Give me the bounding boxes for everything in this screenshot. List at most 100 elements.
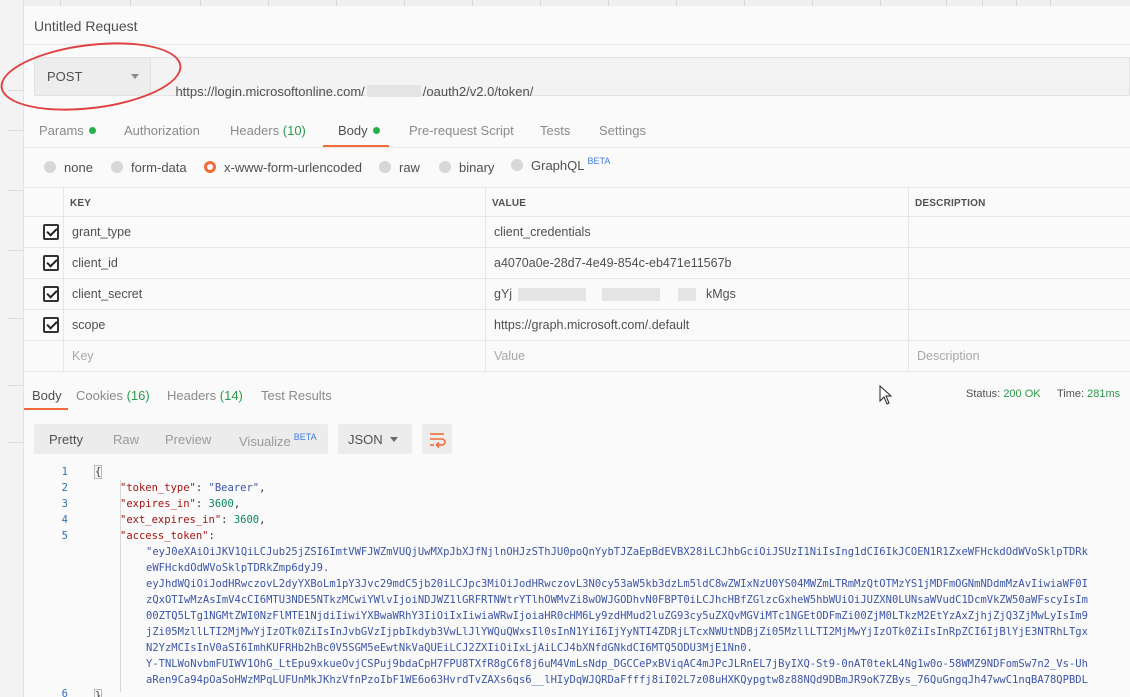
url-suffix: /oauth2/v2.0/token/	[422, 84, 534, 99]
divider	[24, 147, 1130, 148]
tab-headers[interactable]: Headers (10)	[230, 123, 306, 138]
json-token-line: Y-TNLWoNvbmFUIWV1OhG_LtEpu9xkueOvjCSPuj9…	[146, 658, 1088, 670]
table-row: grant_type client_credentials	[24, 217, 1130, 248]
radio-none[interactable]: none	[44, 160, 93, 175]
tab-params[interactable]: Params	[39, 123, 96, 138]
checkbox[interactable]	[43, 317, 59, 333]
json-token-line: jZi05MzllLTI2MjMwYjIzOTk0ZiIsInJvbGVzIjp…	[146, 626, 1088, 638]
json-token-line: zQxOTIwMzAsImV4cCI6MTU3NDE5NTkzMCwiYWlvI…	[146, 594, 1088, 606]
description-cell[interactable]	[909, 310, 1130, 340]
checkbox[interactable]	[43, 286, 59, 302]
tab-count: (16)	[126, 388, 150, 403]
checkbox[interactable]	[43, 224, 59, 240]
tab-divider	[200, 0, 201, 6]
tab-tests[interactable]: Tests	[540, 123, 570, 138]
tab-pre-request-script[interactable]: Pre-request Script	[409, 123, 514, 138]
radio-raw[interactable]: raw	[379, 160, 420, 175]
line-number: 3	[61, 498, 68, 510]
column-header-value: VALUE	[492, 198, 527, 209]
tab-divider	[744, 0, 745, 6]
tab-authorization[interactable]: Authorization	[124, 123, 200, 138]
json-open-brace: {	[94, 465, 103, 479]
tab-divider	[676, 0, 677, 6]
key-input[interactable]: Key	[64, 341, 486, 371]
tab-divider	[1050, 0, 1051, 6]
request-bar: POST https://login.microsoftonline.com/ /…	[34, 57, 1130, 99]
value-cell[interactable]: client_credentials	[486, 217, 909, 247]
checkbox[interactable]	[43, 255, 59, 271]
tab-divider	[404, 0, 405, 6]
key-cell[interactable]: client_secret	[64, 279, 486, 309]
json-number: 3600	[208, 498, 234, 510]
redacted-tenant	[366, 85, 421, 97]
key-cell[interactable]: grant_type	[64, 217, 486, 247]
param-value-start: gYj	[494, 287, 513, 301]
tab-label: Headers	[167, 388, 217, 403]
description-cell[interactable]	[909, 279, 1130, 309]
tab-divider	[336, 0, 337, 6]
radio-binary[interactable]: binary	[439, 160, 494, 175]
radio-form-data[interactable]: form-data	[111, 160, 187, 175]
column-header-key: KEY	[70, 198, 92, 209]
time-label: Time:	[1057, 388, 1085, 400]
param-key: grant_type	[72, 225, 132, 239]
key-cell[interactable]: client_id	[64, 248, 486, 278]
sidebar-divider	[8, 442, 24, 443]
tab-divider	[130, 0, 131, 6]
tab-cookies[interactable]: Cookies (16)	[76, 388, 150, 403]
value-cell[interactable]: a4070a0e-28d7-4e49-854c-eb471e11567b	[486, 248, 909, 278]
value-cell[interactable]: gYj kMgs	[486, 279, 909, 309]
tab-divider	[268, 0, 269, 6]
body-type-radios: none form-data x-www-form-urlencoded raw…	[44, 156, 744, 178]
value-input[interactable]: Value	[486, 341, 909, 371]
tab-body[interactable]: Body	[338, 123, 380, 138]
tab-label: Cookies	[76, 388, 123, 403]
checkbox-cell	[24, 310, 64, 340]
radio-label: GraphQL	[531, 158, 585, 173]
format-raw-button[interactable]: Raw	[113, 432, 139, 447]
param-key: client_secret	[72, 287, 143, 301]
status-dot-icon	[88, 127, 96, 134]
status-dot-icon	[372, 127, 380, 134]
tab-response-headers[interactable]: Headers (14)	[167, 388, 243, 403]
description-cell[interactable]	[909, 217, 1130, 247]
header-cell: KEY	[64, 188, 486, 216]
wrap-lines-button[interactable]	[422, 424, 452, 454]
format-visualize-button[interactable]: Visualize BETA	[239, 432, 317, 449]
radio-x-www-form-urlencoded[interactable]: x-www-form-urlencoded	[204, 160, 362, 175]
url-input[interactable]: https://login.microsoftonline.com/ /oauth…	[161, 69, 533, 114]
line-number: 5	[61, 530, 68, 542]
description-cell[interactable]	[909, 248, 1130, 278]
method-select[interactable]: POST	[35, 58, 151, 95]
chevron-down-icon	[131, 74, 139, 79]
tab-settings[interactable]: Settings	[599, 123, 646, 138]
param-key: scope	[72, 318, 106, 332]
response-body-editor[interactable]: 1 2 3 4 5 6 { "token_type": "Bearer", "e…	[24, 464, 1130, 697]
format-pretty-button[interactable]: Pretty	[49, 432, 83, 447]
format-preview-button[interactable]: Preview	[165, 432, 211, 447]
key-cell[interactable]: scope	[64, 310, 486, 340]
request-title[interactable]: Untitled Request	[34, 18, 138, 34]
time-indicator: Time: 281ms	[1057, 388, 1120, 400]
radio-label: x-www-form-urlencoded	[224, 160, 362, 175]
param-value: https://graph.microsoft.com/.default	[494, 318, 690, 332]
json-token-line: 00ZTQ5LTg1NGMtZWI0NzFlMTE1NjdiIiwiYXBwaW…	[146, 610, 1088, 622]
json-token-line: eyJhdWQiOiJodHRwczovL2dyYXBoLm1pY3Jvc29m…	[146, 578, 1088, 590]
table-row: client_id a4070a0e-28d7-4e49-854c-eb471e…	[24, 248, 1130, 279]
button-label: Visualize	[239, 434, 291, 449]
sidebar-divider	[8, 250, 24, 251]
chevron-down-icon	[390, 437, 398, 442]
tab-test-results[interactable]: Test Results	[261, 388, 332, 403]
radio-graphql[interactable]: GraphQL BETA	[511, 156, 610, 173]
line-number: 6	[61, 688, 68, 697]
tab-response-body[interactable]: Body	[32, 388, 62, 403]
param-key: client_id	[72, 256, 118, 270]
language-select[interactable]: JSON	[338, 424, 412, 454]
json-number: 3600	[233, 514, 260, 526]
tab-count: (10)	[282, 123, 306, 138]
radio-label: raw	[399, 160, 420, 175]
param-value: client_credentials	[494, 225, 591, 239]
value-cell[interactable]: https://graph.microsoft.com/.default	[486, 310, 909, 340]
description-input[interactable]: Description	[909, 341, 1130, 371]
header-cell: VALUE	[486, 188, 909, 216]
